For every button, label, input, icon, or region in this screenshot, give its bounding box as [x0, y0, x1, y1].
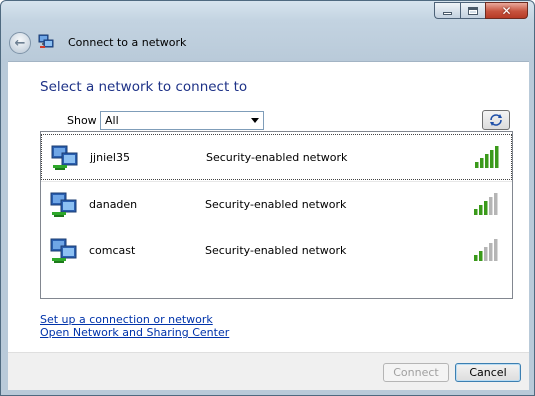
page-heading: Select a network to connect to [40, 79, 248, 95]
show-filter-select[interactable]: All [100, 111, 264, 130]
signal-bar [479, 251, 483, 261]
signal-bar [494, 239, 498, 261]
network-name: danaden [89, 198, 138, 211]
close-button[interactable]: ✕ [485, 2, 528, 19]
signal-bar [494, 193, 498, 215]
refresh-button[interactable] [482, 110, 510, 130]
connect-button[interactable]: Connect [383, 363, 449, 382]
signal-strength-icon [475, 146, 499, 168]
content-panel: Select a network to connect to Show All [8, 61, 529, 352]
dialog-window: ✕ ← Connect to a network Select a networ… [0, 0, 535, 396]
dropdown-arrow-icon [247, 112, 263, 129]
network-row-jjniel35[interactable]: jjniel35 Security-enabled network [41, 134, 512, 180]
show-filter-value: All [105, 114, 119, 127]
signal-bar [484, 201, 488, 215]
signal-strength-icon [474, 239, 498, 261]
network-name: comcast [89, 244, 136, 257]
network-icon [50, 238, 77, 263]
network-row-danaden[interactable]: danaden Security-enabled network [41, 182, 512, 228]
signal-bar [484, 247, 488, 261]
network-security: Security-enabled network [205, 198, 347, 211]
signal-bar [485, 154, 489, 168]
signal-bar [495, 146, 499, 168]
signal-bar [474, 209, 478, 215]
network-list: jjniel35 Security-enabled network danade… [40, 131, 513, 299]
network-icon [51, 145, 78, 170]
network-row-comcast[interactable]: comcast Security-enabled network [41, 228, 512, 274]
window-title: Connect to a network [68, 36, 187, 49]
minimize-button[interactable] [434, 2, 460, 19]
signal-bar [490, 150, 494, 168]
refresh-icon [490, 114, 502, 126]
signal-bar [474, 255, 478, 261]
close-icon: ✕ [501, 3, 512, 18]
maximize-button[interactable] [460, 2, 485, 19]
signal-strength-icon [474, 193, 498, 215]
signal-bar [489, 197, 493, 215]
network-security: Security-enabled network [206, 151, 348, 164]
setup-connection-link[interactable]: Set up a connection or network [40, 313, 213, 326]
signal-bar [480, 158, 484, 168]
signal-bar [479, 205, 483, 215]
signal-bar [475, 162, 479, 168]
network-security: Security-enabled network [205, 244, 347, 257]
show-label: Show [67, 114, 97, 127]
minimize-icon [443, 12, 452, 15]
caption-buttons: ✕ [434, 2, 528, 19]
network-icon [50, 192, 77, 217]
sharing-center-link[interactable]: Open Network and Sharing Center [40, 326, 229, 339]
maximize-icon [468, 6, 478, 15]
back-button[interactable]: ← [9, 32, 31, 54]
signal-bar [489, 243, 493, 261]
network-icon [38, 34, 54, 48]
network-name: jjniel35 [90, 151, 130, 164]
back-arrow-icon: ← [14, 35, 26, 51]
cancel-button[interactable]: Cancel [455, 363, 521, 382]
button-bar: Connect Cancel [8, 352, 529, 390]
